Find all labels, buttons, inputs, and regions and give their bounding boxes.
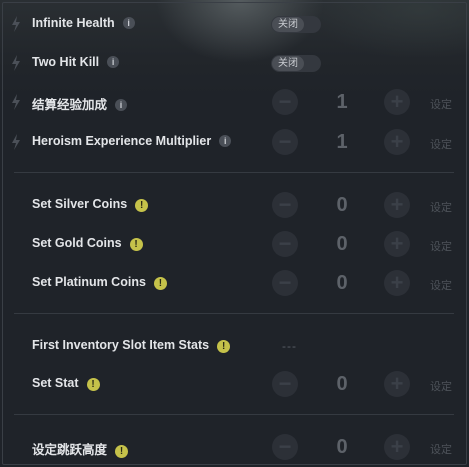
toggle-label: 关闭 (272, 17, 304, 32)
decrement-button[interactable]: − (272, 434, 298, 460)
decrement-button[interactable]: − (272, 270, 298, 296)
toggle-label: 关闭 (272, 56, 304, 71)
cheat-row-inventory-slot-stats: First Inventory Slot Item Stats! --- (0, 331, 469, 361)
cheat-row-jump-height: 设定跳跃高度! − 0 + 设定 (0, 432, 469, 462)
hotkey-bolt-icon (12, 16, 20, 32)
warning-icon[interactable]: ! (217, 340, 231, 353)
stepper-value[interactable]: 1 (320, 91, 364, 114)
cheat-label: Set Gold Coins (32, 236, 122, 250)
stepper-value[interactable]: 0 (320, 373, 364, 396)
cheat-label: 结算经验加成 (32, 98, 108, 112)
increment-button[interactable]: + (384, 434, 410, 460)
cheat-label: Set Platinum Coins (32, 275, 146, 289)
section-divider (14, 414, 454, 415)
cheat-label: Set Silver Coins (32, 197, 128, 211)
cheat-row-infinite-health: Infinite Health i 关闭 (0, 9, 469, 39)
decrement-button[interactable]: − (272, 231, 298, 257)
cheat-label: 设定跳跃高度 (32, 443, 108, 457)
item-stats-select[interactable]: --- (282, 339, 297, 353)
set-button[interactable]: 设定 (430, 238, 452, 254)
section-divider (14, 313, 454, 314)
set-button[interactable]: 设定 (430, 96, 452, 112)
decrement-button[interactable]: − (272, 192, 298, 218)
two-hit-kill-toggle[interactable]: 关闭 (271, 55, 321, 72)
increment-button[interactable]: + (384, 192, 410, 218)
decrement-button[interactable]: − (272, 129, 298, 155)
cheat-row-two-hit-kill: Two Hit Kill i 关闭 (0, 48, 469, 78)
decrement-button[interactable]: − (272, 89, 298, 115)
infinite-health-toggle[interactable]: 关闭 (271, 16, 321, 33)
cheat-label: Heroism Experience Multiplier (32, 134, 212, 148)
stepper-value[interactable]: 0 (320, 194, 364, 217)
stepper-value[interactable]: 0 (320, 436, 364, 459)
info-icon[interactable]: i (122, 17, 135, 29)
increment-button[interactable]: + (384, 129, 410, 155)
cheat-label: Two Hit Kill (32, 55, 100, 69)
cheat-row-heroism-exp: Heroism Experience Multiplier i − 1 + 设定 (0, 127, 469, 157)
info-icon[interactable]: i (107, 56, 120, 68)
cheat-label: Set Stat (32, 376, 79, 390)
set-button[interactable]: 设定 (430, 277, 452, 293)
hotkey-bolt-icon (12, 55, 20, 71)
cheat-row-settlement-exp: 结算经验加成 i − 1 + 设定 (0, 87, 469, 117)
stepper-value[interactable]: 0 (320, 233, 364, 256)
cheat-row-gold-coins: Set Gold Coins! − 0 + 设定 (0, 229, 469, 259)
decrement-button[interactable]: − (272, 371, 298, 397)
increment-button[interactable]: + (384, 270, 410, 296)
set-button[interactable]: 设定 (430, 441, 452, 457)
cheat-row-set-stat: Set Stat! − 0 + 设定 (0, 369, 469, 399)
hotkey-bolt-icon (12, 134, 20, 150)
cheat-label: Infinite Health (32, 16, 115, 30)
warning-icon[interactable]: ! (129, 238, 143, 251)
warning-icon[interactable]: ! (115, 445, 129, 458)
warning-icon[interactable]: ! (86, 378, 100, 391)
hotkey-bolt-icon (12, 94, 20, 110)
info-icon[interactable]: i (219, 135, 232, 147)
increment-button[interactable]: + (384, 89, 410, 115)
cheat-row-platinum-coins: Set Platinum Coins! − 0 + 设定 (0, 268, 469, 298)
info-icon[interactable]: i (115, 99, 128, 111)
set-button[interactable]: 设定 (430, 378, 452, 394)
cheat-row-silver-coins: Set Silver Coins! − 0 + 设定 (0, 190, 469, 220)
warning-icon[interactable]: ! (135, 199, 149, 212)
set-button[interactable]: 设定 (430, 199, 452, 215)
stepper-value[interactable]: 0 (320, 272, 364, 295)
set-button[interactable]: 设定 (430, 136, 452, 152)
increment-button[interactable]: + (384, 371, 410, 397)
stepper-value[interactable]: 1 (320, 131, 364, 154)
section-divider (14, 172, 454, 173)
increment-button[interactable]: + (384, 231, 410, 257)
warning-icon[interactable]: ! (153, 277, 167, 290)
cheat-label: First Inventory Slot Item Stats (32, 338, 210, 352)
